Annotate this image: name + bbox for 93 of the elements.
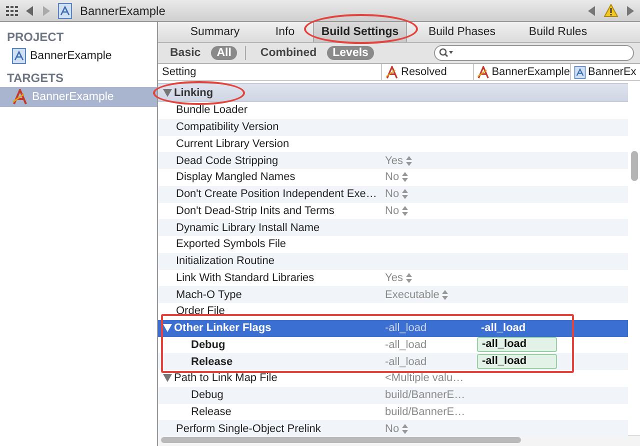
search-field[interactable]	[434, 45, 634, 61]
setting-row[interactable]: Dynamic Library Install Name	[158, 219, 628, 236]
setting-name: Dead Code Stripping	[176, 154, 278, 167]
resolved-value: Yes	[385, 272, 403, 284]
project-file-icon	[574, 66, 586, 78]
setting-name: Release	[191, 356, 233, 368]
column-header[interactable]: Setting	[158, 64, 381, 80]
setting-name: Debug	[191, 338, 226, 351]
resolved-value: No	[385, 188, 400, 200]
setting-name: Order File	[176, 305, 225, 318]
setting-name: Path to Link Map File	[174, 372, 278, 384]
setting-row[interactable]: Link With Standard Libraries Yes	[158, 270, 628, 286]
setting-name: Don't Create Position Independent Exe…	[176, 188, 377, 200]
editor-tab[interactable]: Build Phases	[407, 22, 517, 42]
horizontal-scrollbar[interactable]	[161, 437, 521, 443]
app-target-icon	[12, 89, 28, 105]
app-target-icon	[477, 66, 490, 78]
app-target-icon	[385, 66, 399, 78]
vertical-scrollbar[interactable]	[631, 151, 638, 181]
setting-name: Other Linker Flags	[174, 322, 272, 334]
resolved-value: Yes	[385, 154, 403, 167]
resolved-value: -all_load	[385, 338, 427, 351]
setting-name: Mach-O Type	[176, 288, 242, 301]
setting-name: Dynamic Library Install Name	[176, 222, 320, 234]
stepper-icon[interactable]	[442, 290, 448, 300]
setting-name: Debug	[191, 389, 224, 402]
setting-name: Display Mangled Names	[176, 171, 296, 184]
setting-row[interactable]: Release build/BannerE…	[158, 404, 628, 420]
search-icon	[439, 48, 453, 58]
editor-tab[interactable]: Build Settings	[313, 22, 407, 42]
column-header[interactable]: BannerEx	[570, 64, 640, 80]
grid-icon[interactable]	[6, 6, 18, 16]
stepper-icon[interactable]	[406, 272, 412, 283]
setting-name: Bundle Loader	[176, 104, 248, 116]
setting-name: Link With Standard Libraries	[176, 272, 314, 284]
setting-row[interactable]: Mach-O Type Executable	[158, 286, 628, 303]
next-issue-icon[interactable]	[626, 6, 634, 16]
resolved-value: Executable	[385, 288, 440, 301]
resolved-value: build/BannerE…	[385, 389, 466, 402]
stepper-icon[interactable]	[402, 189, 408, 200]
section-header[interactable]: Linking	[158, 83, 628, 102]
setting-row[interactable]: Debug -all_load -all_load	[158, 336, 628, 354]
project-breadcrumb[interactable]: BannerExample	[80, 4, 166, 18]
target-value[interactable]: -all_load	[477, 337, 557, 352]
setting-row[interactable]: Initialization Routine	[158, 252, 628, 270]
back-icon[interactable]	[26, 6, 34, 16]
editor-tab[interactable]: Build Rules	[517, 22, 599, 42]
resolved-value: -all_load	[385, 356, 427, 368]
project-file-icon	[58, 2, 72, 18]
stepper-icon[interactable]	[402, 172, 408, 182]
setting-name: Compatibility Version	[176, 121, 279, 134]
previous-issue-icon[interactable]	[588, 6, 596, 16]
disclosure-triangle-icon[interactable]	[163, 88, 172, 96]
setting-row[interactable]: Release -all_load -all_load	[158, 353, 628, 370]
disclosure-triangle-icon[interactable]	[163, 324, 172, 332]
stepper-icon[interactable]	[402, 424, 408, 434]
setting-row[interactable]: Don't Dead-Strip Inits and Terms No	[158, 202, 628, 220]
setting-row[interactable]: Current Library Version	[158, 136, 628, 152]
resolved-value: <Multiple valu…	[385, 372, 464, 384]
view-filter-button[interactable]: Combined	[254, 46, 323, 60]
target-value[interactable]: -all_load	[477, 322, 557, 334]
editor-tab[interactable]: Summary	[173, 22, 257, 42]
setting-name: Current Library Version	[176, 138, 290, 150]
resolved-value: build/BannerE…	[385, 406, 466, 418]
sidebar-heading: TARGETS	[6, 70, 64, 87]
scope-filter-button[interactable]: Basic	[164, 46, 207, 60]
stepper-icon[interactable]	[406, 156, 412, 166]
sidebar-item[interactable]: BannerExample	[0, 46, 157, 66]
resolved-value: No	[385, 422, 400, 435]
sidebar-heading: PROJECT	[6, 29, 65, 46]
column-header[interactable]: Resolved	[381, 64, 473, 80]
setting-row[interactable]: Don't Create Position Independent Exe… No	[158, 186, 628, 202]
setting-name: Perform Single-Object Prelink	[176, 422, 321, 435]
setting-row[interactable]: Perform Single-Object Prelink No	[158, 420, 628, 437]
setting-name: Release	[191, 406, 232, 418]
setting-row[interactable]: Dead Code Stripping Yes	[158, 152, 628, 169]
resolved-value: -all_load	[385, 322, 427, 334]
warning-icon[interactable]	[604, 4, 618, 17]
editor-tab[interactable]: Info	[257, 22, 313, 42]
project-file-icon	[12, 48, 26, 64]
disclosure-triangle-icon[interactable]	[163, 374, 172, 382]
setting-name: Exported Symbols File	[176, 238, 286, 250]
setting-row[interactable]: Other Linker Flags -all_load -all_load	[158, 320, 628, 336]
target-value[interactable]: -all_load	[477, 354, 557, 370]
stepper-icon[interactable]	[402, 206, 408, 216]
forward-icon[interactable]	[42, 6, 50, 16]
resolved-value: No	[385, 171, 400, 184]
setting-row[interactable]: Debug build/BannerE…	[158, 386, 628, 404]
column-header[interactable]: BannerExample	[473, 64, 570, 80]
resolved-value: No	[385, 204, 400, 217]
setting-name: Initialization Routine	[176, 255, 274, 268]
setting-row[interactable]: Compatibility Version	[158, 118, 628, 136]
setting-name: Don't Dead-Strip Inits and Terms	[176, 204, 334, 217]
